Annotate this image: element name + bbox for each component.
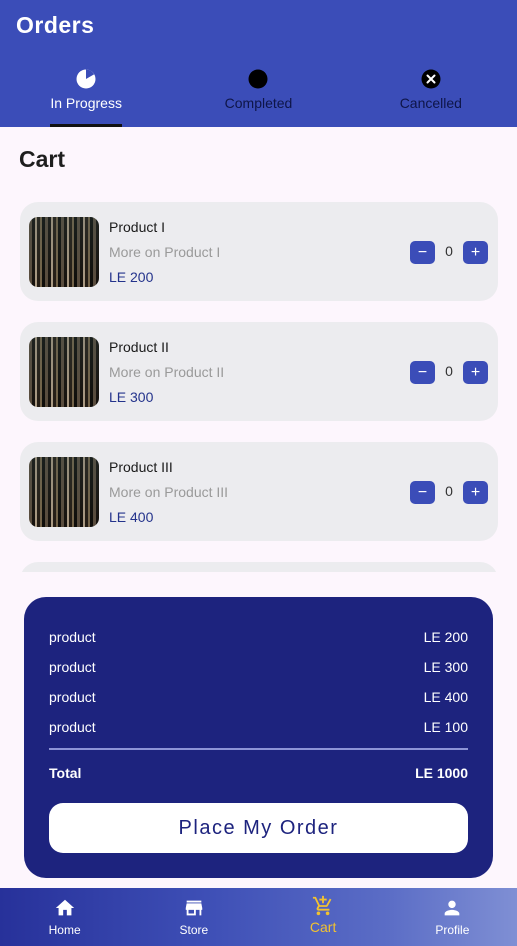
decrease-quantity-button[interactable]: − (410, 481, 435, 504)
product-description: More on Product III (109, 484, 229, 500)
cart-item-partial (20, 562, 498, 572)
product-name: Product III (109, 459, 173, 475)
summary-total: Total LE 1000 (49, 765, 468, 781)
product-description: More on Product II (109, 364, 225, 380)
decrease-quantity-button[interactable]: − (410, 361, 435, 384)
summary-line: product LE 400 (49, 689, 468, 705)
place-order-button[interactable]: Place My Order (49, 803, 468, 853)
tab-label: Completed (224, 95, 293, 111)
product-name: Product I (109, 219, 166, 235)
total-label: Total (49, 765, 82, 781)
summary-line-amount: LE 100 (423, 719, 468, 735)
increase-quantity-button[interactable]: + (463, 241, 488, 264)
quantity-value: 0 (445, 363, 453, 379)
product-name: Product II (109, 339, 169, 355)
order-summary: product LE 200 product LE 300 product LE… (24, 597, 493, 878)
summary-line-label: product (49, 659, 96, 675)
pie-progress-icon (76, 69, 96, 89)
product-description: More on Product I (109, 244, 221, 260)
nav-label: Home (48, 923, 81, 937)
product-image (29, 217, 99, 287)
store-icon (185, 900, 203, 916)
product-price: LE 200 (109, 269, 154, 285)
summary-line-label: product (49, 629, 96, 645)
active-tab-indicator (50, 124, 122, 127)
product-image (29, 337, 99, 407)
product-price: LE 400 (109, 509, 154, 525)
nav-label: Profile (435, 923, 470, 937)
summary-line-amount: LE 400 (423, 689, 468, 705)
product-image (29, 457, 99, 527)
nav-item-cart[interactable]: Cart (259, 888, 388, 946)
summary-line: product LE 100 (49, 719, 468, 735)
cancel-circle-icon (421, 69, 441, 89)
summary-divider (49, 748, 468, 750)
cart-title: Cart (19, 146, 66, 172)
person-icon (445, 900, 460, 916)
tab-in-progress[interactable]: In Progress (0, 64, 172, 127)
tab-cancelled[interactable]: Cancelled (345, 64, 517, 127)
summary-line-label: product (49, 719, 96, 735)
summary-line: product LE 200 (49, 629, 468, 645)
decrease-quantity-button[interactable]: − (410, 241, 435, 264)
app-bar: Orders In Progress Completed Cancelled (0, 0, 517, 127)
quantity-value: 0 (445, 243, 453, 259)
nav-label: Store (179, 923, 209, 937)
nav-item-profile[interactable]: Profile (388, 888, 517, 946)
filled-circle-icon (248, 69, 268, 89)
summary-line-amount: LE 300 (423, 659, 468, 675)
summary-line-amount: LE 200 (423, 629, 468, 645)
increase-quantity-button[interactable]: + (463, 481, 488, 504)
cart-item: Product II More on Product II LE 300 − 0… (20, 322, 498, 421)
page-title: Orders (16, 12, 95, 38)
summary-line-label: product (49, 689, 96, 705)
cart-item: Product I More on Product I LE 200 − 0 + (20, 202, 498, 301)
bottom-navigation: Home Store Cart Profile (0, 888, 517, 946)
nav-item-store[interactable]: Store (129, 888, 258, 946)
summary-line: product LE 300 (49, 659, 468, 675)
nav-item-home[interactable]: Home (0, 888, 129, 946)
tab-completed[interactable]: Completed (172, 64, 344, 127)
cart-list[interactable]: Product I More on Product I LE 200 − 0 +… (0, 190, 517, 572)
tab-label: Cancelled (399, 95, 462, 111)
home-icon (55, 899, 74, 916)
order-status-tabs: In Progress Completed Cancelled (0, 64, 517, 127)
tab-label: In Progress (50, 95, 122, 111)
quantity-value: 0 (445, 483, 453, 499)
cart-item: Product III More on Product III LE 400 −… (20, 442, 498, 541)
increase-quantity-button[interactable]: + (463, 361, 488, 384)
cart-add-icon (313, 895, 332, 916)
product-price: LE 300 (109, 389, 154, 405)
total-amount: LE 1000 (415, 765, 468, 781)
nav-label: Cart (309, 919, 337, 935)
